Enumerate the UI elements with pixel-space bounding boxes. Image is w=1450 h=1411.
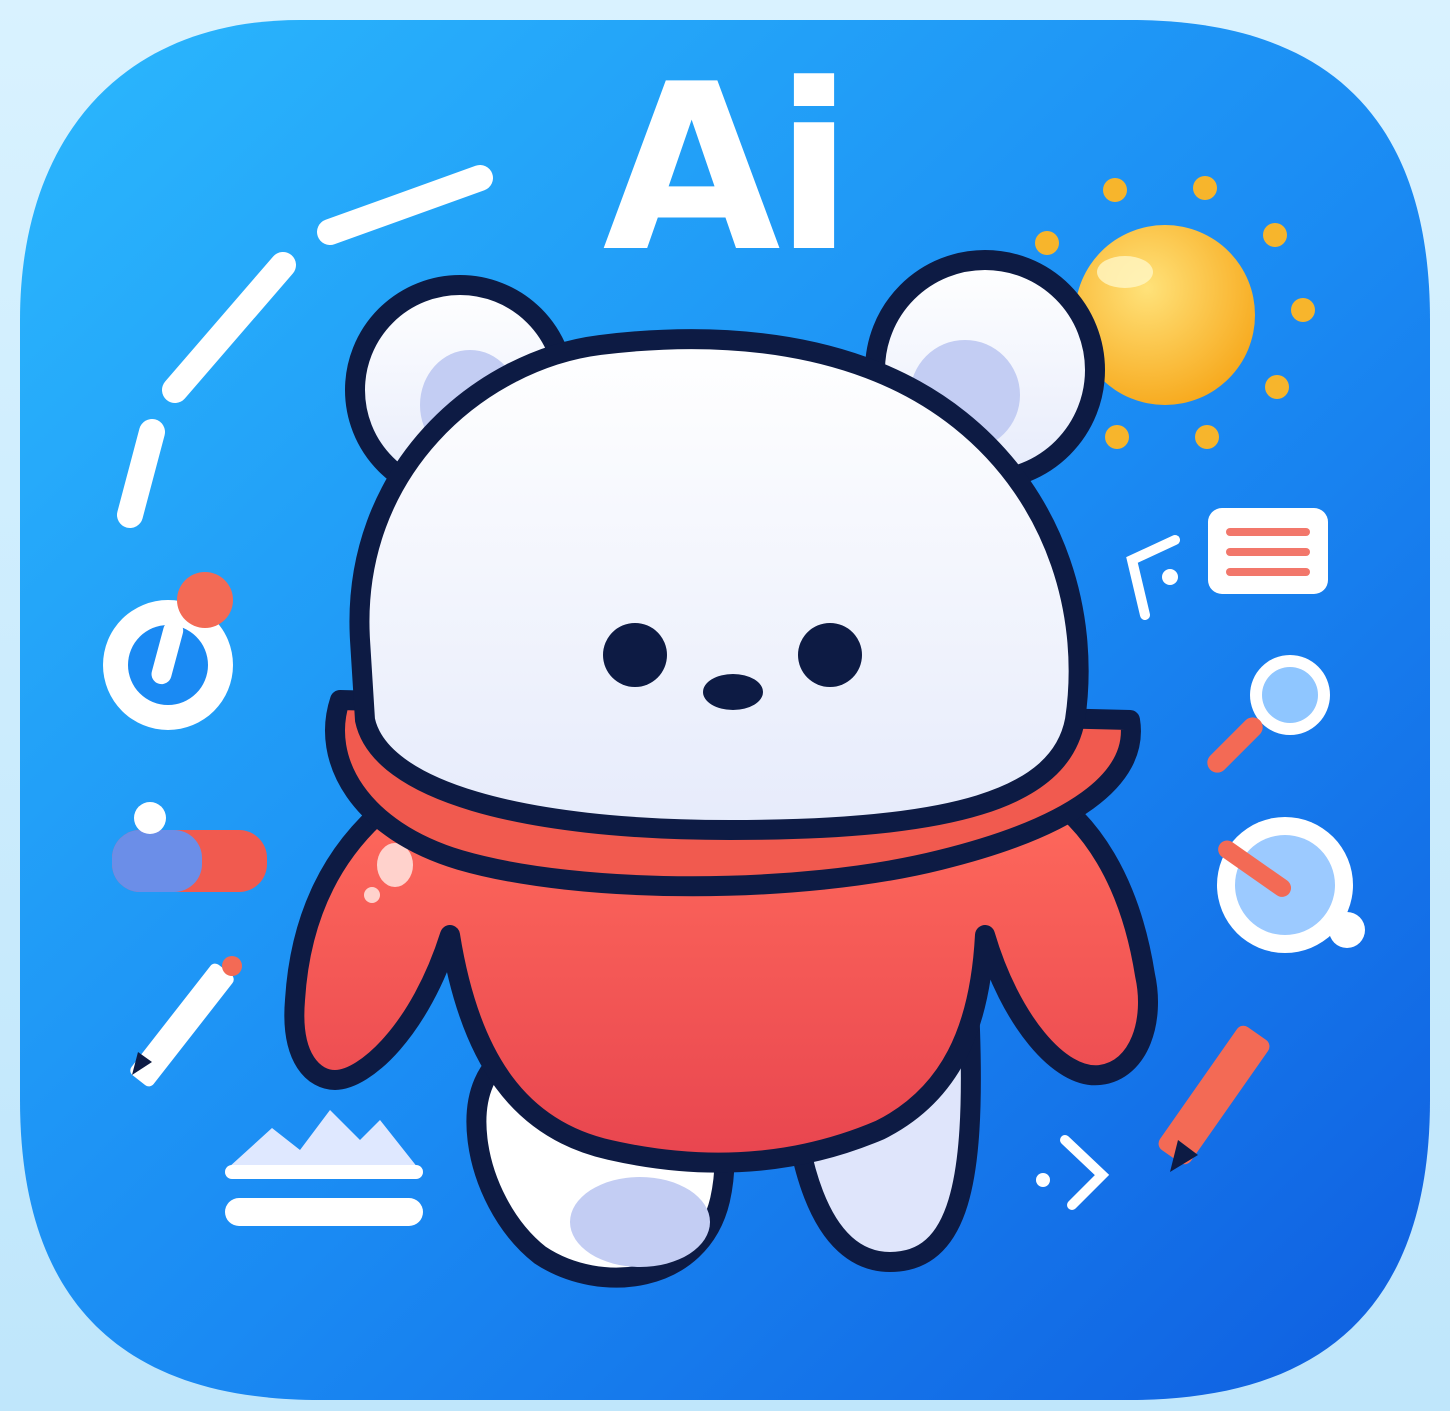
bear-nose <box>703 674 763 710</box>
app-icon-canvas: Ai <box>0 0 1450 1411</box>
bear-eye-left <box>603 623 667 687</box>
bear-eye-right <box>798 623 862 687</box>
ai-title-text: Ai <box>602 36 854 303</box>
